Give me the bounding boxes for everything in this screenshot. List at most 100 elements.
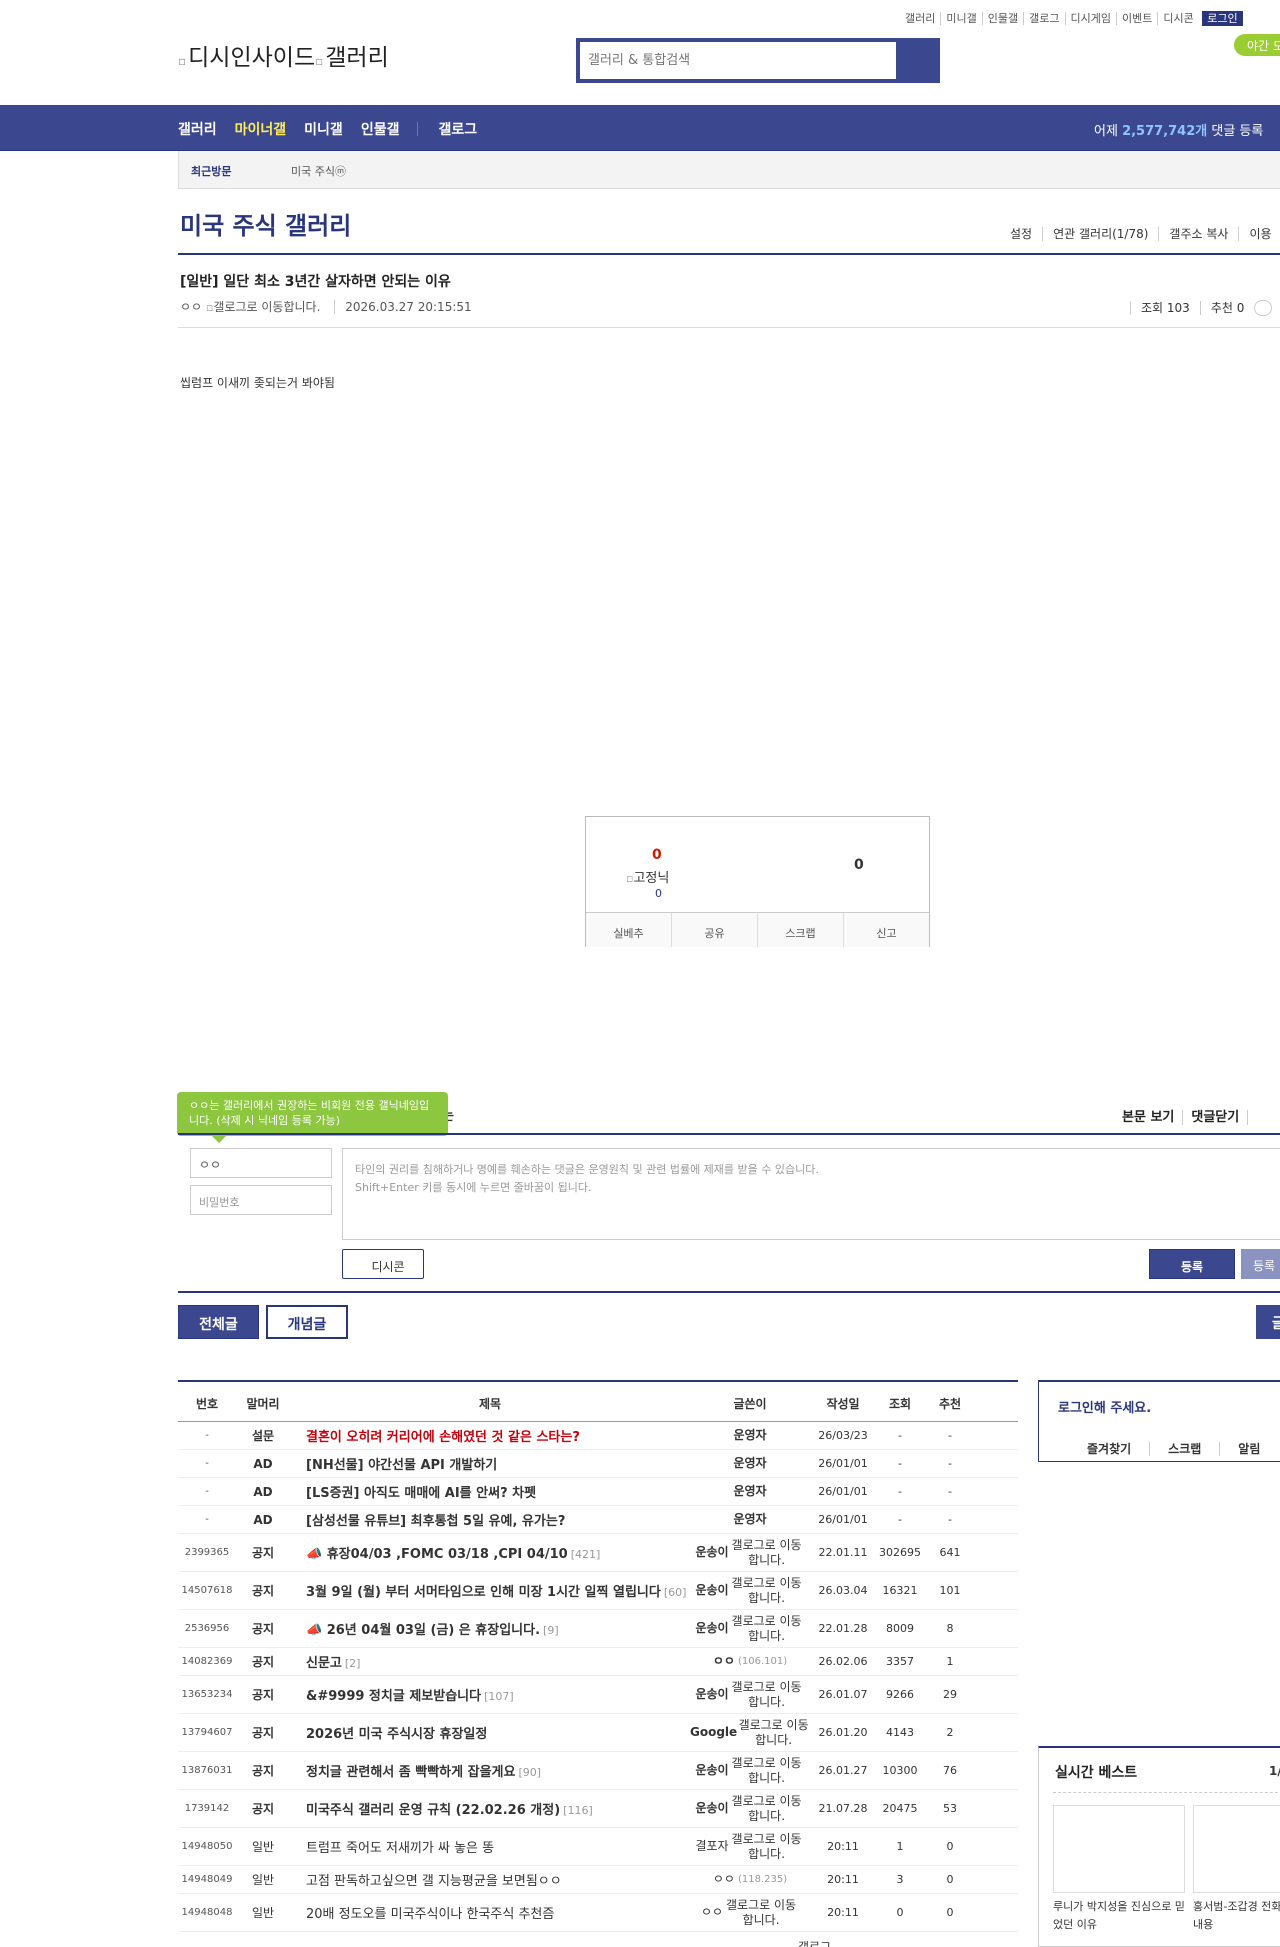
writer-name[interactable]: 운영자: [733, 1456, 766, 1471]
writer-name[interactable]: Google: [690, 1725, 737, 1740]
comment-register-recommend-button[interactable]: 등록: [1241, 1249, 1280, 1279]
view-post-link[interactable]: 본문 보기: [1122, 1110, 1182, 1125]
table-row[interactable]: 2536956 공지 📣 26년 04월 03일 (금) 은 휴장입니다. [9] 운송…: [178, 1610, 1018, 1648]
writer-name[interactable]: 운송이: [695, 1545, 728, 1560]
row-title[interactable]: 📣 휴장04/03 ,FOMC 03/18 ,CPI 04/10 [421]: [290, 1543, 690, 1562]
row-title[interactable]: 트럼프 죽어도 저새끼가 싸 놓은 똥: [290, 1837, 690, 1856]
nickname-field[interactable]: ㅇㅇ: [190, 1148, 332, 1178]
row-title[interactable]: 정치글 관련해서 좀 빡빡하게 잡을게요 [90]: [290, 1761, 690, 1780]
writer-name[interactable]: ㅇㅇ: [701, 1905, 723, 1920]
best-item-thumbnail[interactable]: [1053, 1805, 1185, 1893]
reply-count[interactable]: [90]: [518, 1766, 541, 1779]
row-writer[interactable]: 운영자: [690, 1484, 810, 1499]
comment-register-button[interactable]: 등록: [1149, 1249, 1235, 1279]
table-row[interactable]: - AD [NH선물] 야간선물 API 개발하기 운영자 26/01/01 - -: [178, 1450, 1018, 1478]
row-title[interactable]: 📣 26년 04월 03일 (금) 은 휴장입니다. [9]: [290, 1619, 690, 1638]
writer-name[interactable]: 운영자: [733, 1512, 766, 1527]
night-mode-toggle[interactable]: 야간 모드: [1234, 34, 1280, 56]
row-writer[interactable]: ㅇㅇ (118.235): [690, 1872, 810, 1887]
search-input[interactable]: [580, 42, 896, 79]
col-recommend[interactable]: 추천: [924, 1382, 976, 1421]
row-writer[interactable]: 결포자 갤로그로 이동합니다.: [690, 1832, 810, 1862]
comment-textarea[interactable]: 타인의 권리를 침해하거나 명예를 훼손하는 댓글은 운영원칙 및 관련 법률에…: [342, 1148, 1280, 1240]
writer-name[interactable]: ㅇㅇ: [713, 1654, 735, 1669]
refresh-link[interactable]: [1247, 1110, 1269, 1125]
row-title[interactable]: 고점 판독하고싶으면 갤 지능평균을 보면됨ㅇㅇ: [290, 1870, 690, 1889]
nav-item-minor-gallery[interactable]: 마이너갤: [235, 122, 287, 138]
report-button[interactable]: 신고: [844, 913, 929, 947]
writer-name[interactable]: 운송이: [695, 1583, 728, 1598]
writer-name[interactable]: 운영자: [733, 1484, 766, 1499]
table-row[interactable]: 13876031 공지 정치글 관련해서 좀 빡빡하게 잡을게요 [90] 운송이 갤로그…: [178, 1752, 1018, 1790]
util-link-gallog[interactable]: 갤로그: [1024, 12, 1066, 25]
col-subject[interactable]: 말머리: [236, 1382, 290, 1421]
table-row[interactable]: - AD [삼성선물 유튜브] 최후통첩 5일 유예, 유가는? 운영자 26/01/0…: [178, 1506, 1018, 1534]
row-title[interactable]: [LS증권] 아직도 매매에 AI를 안써? 차펫: [290, 1482, 690, 1501]
writer-gallog-link[interactable]: 갤로그로 이동합니다.: [729, 1756, 805, 1786]
reply-count[interactable]: [9]: [543, 1624, 559, 1637]
col-views[interactable]: 조회: [876, 1382, 924, 1421]
gallery-link-copy-url[interactable]: 갤주소 복사: [1158, 227, 1239, 241]
nav-item-person-gallery[interactable]: 인물갤: [361, 122, 400, 138]
row-writer[interactable]: 운송이 갤로그로 이동합니다.: [690, 1680, 810, 1710]
row-writer[interactable]: Google 갤로그로 이동합니다.: [690, 1718, 810, 1748]
writer-gallog-link[interactable]: 갤로그로 이동합니다.: [729, 1794, 805, 1824]
post-author[interactable]: ㅇㅇ: [180, 300, 202, 314]
realtime-best-title[interactable]: 실시간 베스트: [1055, 1762, 1137, 1782]
partial-gallog-link[interactable]: 갤로그: [798, 1938, 831, 1947]
row-title-text[interactable]: 신문고: [306, 1656, 342, 1671]
reply-count[interactable]: [2]: [345, 1657, 361, 1670]
row-title-text[interactable]: 📣 26년 04월 03일 (금) 은 휴장입니다.: [306, 1623, 540, 1638]
writer-name[interactable]: 운영자: [733, 1428, 766, 1443]
gallery-link-related[interactable]: 연관 갤러리(1/78): [1042, 227, 1159, 241]
scrap-link[interactable]: 스크랩: [1149, 1442, 1220, 1456]
row-writer[interactable]: 운송이 갤로그로 이동합니다.: [690, 1614, 810, 1644]
reply-count[interactable]: [421]: [571, 1548, 601, 1561]
writer-gallog-link[interactable]: 갤로그로 이동합니다.: [729, 1576, 805, 1606]
writer-name[interactable]: 운송이: [695, 1763, 728, 1778]
dccon-button[interactable]: 디시콘: [342, 1249, 424, 1279]
best-item-caption[interactable]: 홍서범-조갑경 전화 인터뷰 내용: [1193, 1898, 1280, 1934]
row-writer[interactable]: 운송이 갤로그로 이동합니다.: [690, 1756, 810, 1786]
favorites-link[interactable]: 즐겨찾기: [1087, 1442, 1149, 1456]
util-link-dccon[interactable]: 디시콘: [1158, 12, 1198, 25]
gallery-link-settings[interactable]: 설정: [1000, 227, 1042, 241]
table-row[interactable]: 14948050 일반 트럼프 죽어도 저새끼가 싸 놓은 똥 결포자 갤로그로 이동합…: [178, 1828, 1018, 1866]
row-title-text[interactable]: 📣 휴장04/03 ,FOMC 03/18 ,CPI 04/10: [306, 1547, 568, 1562]
util-link-gallery[interactable]: 갤러리: [900, 12, 942, 25]
row-writer[interactable]: ㅇㅇ (106.101): [690, 1654, 810, 1669]
row-title-text[interactable]: [삼성선물 유튜브] 최후통첩 5일 유예, 유가는?: [306, 1514, 565, 1529]
row-title-text[interactable]: 2026년 미국 주식시장 휴장일정: [306, 1727, 487, 1742]
login-button[interactable]: 로그인: [1202, 11, 1243, 26]
row-title-text[interactable]: 고점 판독하고싶으면 갤 지능평균을 보면됨ㅇㅇ: [306, 1874, 562, 1889]
row-title-text[interactable]: [LS증권] 아직도 매매에 AI를 안써? 차펫: [306, 1486, 536, 1501]
row-title[interactable]: &#9999 정치글 제보받습니다 [107]: [290, 1685, 690, 1704]
reply-count[interactable]: [116]: [563, 1804, 593, 1817]
table-row[interactable]: - 설문 결혼이 오히려 커리어에 손해였던 것 같은 스타는? 운영자 26/03/2…: [178, 1422, 1018, 1450]
row-title-text[interactable]: [NH선물] 야간선물 API 개발하기: [306, 1458, 497, 1473]
writer-gallog-link[interactable]: 갤로그로 이동합니다.: [729, 1832, 805, 1862]
login-prompt[interactable]: 로그인해 주세요.: [1058, 1397, 1151, 1416]
writer-gallog-link[interactable]: 갤로그로 이동합니다.: [737, 1718, 810, 1748]
search-button[interactable]: [896, 42, 936, 79]
writer-name[interactable]: 운송이: [695, 1687, 728, 1702]
notification-link[interactable]: 알림: [1219, 1442, 1279, 1456]
row-title-text[interactable]: 3월 9일 (월) 부터 서머타임으로 인해 미장 1시간 일찍 열립니다: [306, 1585, 661, 1600]
util-link-persongall[interactable]: 인물갤: [982, 12, 1025, 25]
row-title[interactable]: 2026년 미국 주식시장 휴장일정: [290, 1723, 690, 1742]
writer-gallog-link[interactable]: 갤로그로 이동합니다.: [723, 1898, 799, 1928]
row-title[interactable]: 3월 9일 (월) 부터 서머타임으로 인해 미장 1시간 일찍 열립니다 [60…: [290, 1581, 690, 1600]
nav-item-gallery[interactable]: 갤러리: [178, 122, 217, 138]
row-writer[interactable]: 운영자: [690, 1456, 810, 1471]
real-best-button[interactable]: 실베추: [586, 913, 672, 947]
writer-gallog-link[interactable]: 갤로그로 이동합니다.: [729, 1614, 805, 1644]
writer-gallog-link[interactable]: 갤로그로 이동합니다.: [729, 1680, 805, 1710]
row-title-text[interactable]: 결혼이 오히려 커리어에 손해였던 것 같은 스타는?: [306, 1430, 580, 1445]
row-writer[interactable]: 운영자: [690, 1512, 810, 1527]
reply-count[interactable]: [60]: [664, 1586, 687, 1599]
writer-name[interactable]: 운송이: [695, 1621, 728, 1636]
nav-item-gallog[interactable]: 갤로그: [438, 122, 477, 138]
writer-name[interactable]: ㅇㅇ: [713, 1872, 735, 1887]
row-title-text[interactable]: 트럼프 죽어도 저새끼가 싸 놓은 똥: [306, 1841, 494, 1856]
row-title[interactable]: [NH선물] 야간선물 API 개발하기: [290, 1454, 690, 1473]
